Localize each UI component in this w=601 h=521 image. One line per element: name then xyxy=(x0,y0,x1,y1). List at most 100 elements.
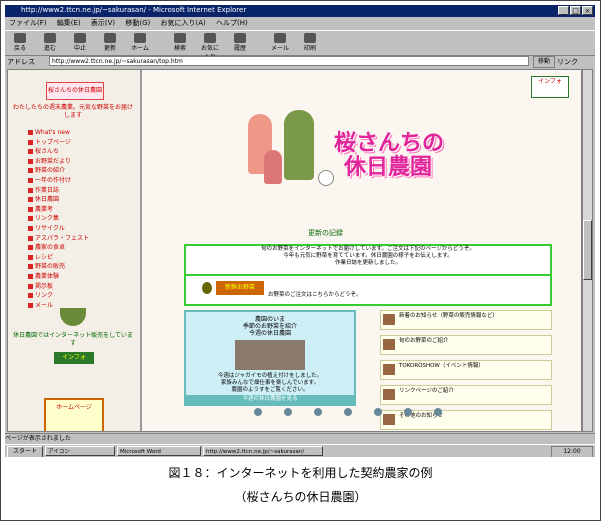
farmer-figure xyxy=(284,110,314,180)
gear-icon xyxy=(314,408,322,416)
nav-item[interactable]: リンク集 xyxy=(28,214,122,224)
home-button[interactable]: ホーム xyxy=(129,33,151,53)
search-button[interactable]: 検索 xyxy=(169,33,191,53)
taskbar-clock: 12:00 xyxy=(551,446,593,457)
taskbar-item[interactable]: アイコン xyxy=(45,446,115,456)
left-note-text: 休日農園ではインターネット販売をしています xyxy=(13,332,133,347)
nav-item[interactable]: 農業体験 xyxy=(28,272,122,282)
close-button[interactable]: × xyxy=(582,6,593,15)
nav-item[interactable]: 休日農園 xyxy=(28,195,122,205)
history-button[interactable]: 履歴 xyxy=(229,33,251,53)
site-logo-small[interactable]: 桜さんちの休日農園 xyxy=(46,82,104,100)
left-panel-label[interactable]: ホームページ xyxy=(46,402,102,411)
house-icon xyxy=(383,364,395,375)
nav-item[interactable]: 掲示板 xyxy=(28,282,122,292)
nav-item[interactable]: 桜さんち xyxy=(28,147,122,157)
list-item[interactable]: TOKOROSHOW（イベント情報） xyxy=(380,360,552,380)
farm-now-desc: 今週はジャガイモの植え付けをしました。 家族みんなで畑仕事を楽しんでいます。 農… xyxy=(217,373,323,393)
star-icon xyxy=(204,33,216,43)
scrollbar-thumb[interactable] xyxy=(583,220,592,280)
window-titlebar: http://www2.ttcn.ne.jp/~sakurasan/ - Mic… xyxy=(5,5,595,17)
back-button[interactable]: 戻る xyxy=(9,33,31,53)
nav-item[interactable]: アスパラ・フェスト xyxy=(28,234,122,244)
nav-item[interactable]: レシピ xyxy=(28,253,122,263)
menu-edit[interactable]: 編集(E) xyxy=(57,19,81,27)
address-bar: アドレス http://www2.ttcn.ne.jp/~sakurasan/t… xyxy=(5,55,595,68)
address-input[interactable]: http://www2.ttcn.ne.jp/~sakurasan/top.ht… xyxy=(49,56,529,66)
nav-item[interactable]: お野菜だより xyxy=(28,157,122,167)
left-nav-frame: 桜さんちの休日農園 わたしたちの週末農業。元気な野菜をお届けします What's… xyxy=(8,70,142,431)
eggplant-icon xyxy=(202,282,212,294)
family-illustration xyxy=(240,110,344,194)
order-banner[interactable]: 新鮮お野菜 お野菜のご注文はこちらからどうぞ。 xyxy=(184,274,552,306)
home-icon xyxy=(134,33,146,43)
list-item[interactable]: 新着のお知らせ（野菜の販売情報など） xyxy=(380,310,552,330)
printer-icon xyxy=(304,33,316,43)
farm-now-link[interactable]: 今週の休日農園を見る xyxy=(186,395,354,404)
go-button[interactable]: 移動 xyxy=(533,56,555,68)
start-button[interactable]: スタート xyxy=(7,446,43,457)
info-button[interactable]: インフォ xyxy=(54,352,94,364)
gear-icon xyxy=(404,408,412,416)
update-log-box: 旬のお野菜をインターネットでお届けしています。ご注文は下記のページからどうぞ。 … xyxy=(184,244,552,276)
list-item[interactable]: リンクページのご紹介 xyxy=(380,385,552,405)
print-button[interactable]: 印刷 xyxy=(299,33,321,53)
nav-item[interactable]: リサイクル xyxy=(28,224,122,234)
forward-icon xyxy=(44,33,56,43)
update-line: 作業日誌を更新しました。 xyxy=(334,260,401,266)
farm-now-title: 農園のいま 季節のお野菜を紹介 今週の休日農園 xyxy=(242,316,297,337)
list-item[interactable]: 旬のお野菜のご紹介 xyxy=(380,335,552,355)
address-label: アドレス xyxy=(7,58,35,66)
taskbar-item[interactable]: http://www2.ttcn.ne.jp/~sakurasan/ xyxy=(203,446,323,456)
nav-item[interactable]: 野菜の紹介 xyxy=(28,166,122,176)
nav-item[interactable]: 野菜の販売 xyxy=(28,262,122,272)
menu-go[interactable]: 移動(G) xyxy=(125,19,150,27)
back-icon xyxy=(14,33,26,43)
gear-decoration-row xyxy=(254,408,494,418)
figure-subcaption: （桜さんちの休日農園） xyxy=(234,490,367,504)
basket-icon xyxy=(60,308,86,326)
taskbar-item[interactable]: Microsoft Word xyxy=(117,446,201,456)
stop-button[interactable]: 中止 xyxy=(69,33,91,53)
menu-view[interactable]: 表示(V) xyxy=(91,19,115,27)
nav-item[interactable]: 農家の食卓 xyxy=(28,243,122,253)
update-line: 今年も元気に野菜を育てています。休日農園の様子をお伝えします。 xyxy=(283,253,453,259)
info-logo[interactable]: インフォ xyxy=(531,76,569,98)
update-log-title: 更新の記録 xyxy=(308,229,343,237)
nav-item[interactable]: 一年の作付け xyxy=(28,176,122,186)
nav-item[interactable]: トップページ xyxy=(28,138,122,148)
maximize-button[interactable]: □ xyxy=(570,6,581,15)
banner-text: お野菜のご注文はこちらからどうぞ。 xyxy=(268,292,362,298)
mail-button[interactable]: メール xyxy=(269,33,291,53)
refresh-icon xyxy=(104,33,116,43)
favorites-button[interactable]: お気に入り xyxy=(199,33,221,61)
left-panel: ホームページ xyxy=(44,398,104,431)
menu-file[interactable]: ファイル(F) xyxy=(9,19,47,27)
sign-icon xyxy=(383,389,395,400)
nav-item[interactable]: 作業日誌 xyxy=(28,186,122,196)
nav-item[interactable]: 農業考 xyxy=(28,205,122,215)
minimize-button[interactable]: _ xyxy=(558,6,569,15)
menu-help[interactable]: ヘルプ(H) xyxy=(216,19,248,27)
links-button[interactable]: リンク xyxy=(557,57,578,67)
nav-item[interactable]: What's new xyxy=(28,128,122,138)
menu-favorites[interactable]: お気に入り(A) xyxy=(160,19,205,27)
stop-icon xyxy=(74,33,86,43)
banner-label[interactable]: 新鮮お野菜 xyxy=(216,281,264,295)
search-icon xyxy=(174,33,186,43)
vegetable-icon xyxy=(383,339,395,350)
history-icon xyxy=(234,33,246,43)
forward-button[interactable]: 進む xyxy=(39,33,61,53)
chicken-figure xyxy=(318,170,334,186)
left-nav-menu: What's new トップページ 桜さんち お野菜だより 野菜の紹介 一年の作… xyxy=(28,128,122,310)
main-content-frame: インフォ 桜さんちの 休日農園 更新の記録 旬のお野菜をインターネットでお届けし… xyxy=(144,70,581,431)
people-icon xyxy=(383,314,395,325)
gear-icon xyxy=(374,408,382,416)
menu-bar: ファイル(F) 編集(E) 表示(V) 移動(G) お気に入り(A) ヘルプ(H… xyxy=(5,18,595,29)
vertical-scrollbar[interactable] xyxy=(582,69,593,432)
refresh-button[interactable]: 更新 xyxy=(99,33,121,53)
nav-item[interactable]: リンク xyxy=(28,291,122,301)
gear-icon xyxy=(284,408,292,416)
taskbar: スタート アイコン Microsoft Word http://www2.ttc… xyxy=(5,444,595,457)
farm-now-box: 農園のいま 季節のお野菜を紹介 今週の休日農園 今週はジャガイモの植え付けをしま… xyxy=(184,310,356,406)
